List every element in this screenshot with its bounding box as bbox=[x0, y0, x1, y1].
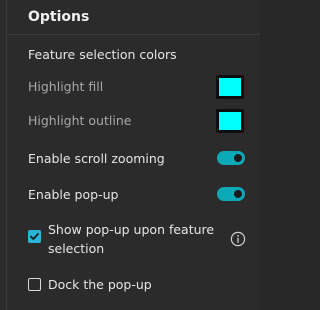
dock-popup-label: Dock the pop-up bbox=[48, 277, 152, 292]
highlight-outline-swatch[interactable] bbox=[216, 109, 244, 133]
highlight-fill-label: Highlight fill bbox=[28, 79, 104, 94]
popup-toggle[interactable] bbox=[217, 187, 245, 201]
highlight-outline-label: Highlight outline bbox=[28, 113, 132, 128]
toggle-knob bbox=[234, 190, 242, 198]
highlight-fill-swatch[interactable] bbox=[216, 75, 244, 99]
options-panel: Options Feature selection colors Highlig… bbox=[0, 0, 260, 310]
show-popup-label-line1: Show pop-up upon feature bbox=[48, 222, 215, 237]
section-title: Options bbox=[28, 9, 90, 25]
feature-selection-heading: Feature selection colors bbox=[28, 47, 177, 62]
toggle-knob bbox=[234, 154, 242, 162]
scroll-zoom-toggle[interactable] bbox=[217, 151, 245, 165]
panel-left-border bbox=[6, 0, 7, 310]
show-popup-label-line2: selection bbox=[48, 241, 105, 256]
checkmark-icon bbox=[30, 233, 39, 240]
popup-label: Enable pop-up bbox=[28, 187, 119, 202]
scroll-zoom-label: Enable scroll zooming bbox=[28, 151, 165, 166]
info-icon[interactable] bbox=[230, 231, 246, 247]
dock-popup-checkbox[interactable] bbox=[28, 278, 41, 291]
section-divider bbox=[7, 34, 260, 35]
show-popup-checkbox[interactable] bbox=[28, 230, 41, 243]
